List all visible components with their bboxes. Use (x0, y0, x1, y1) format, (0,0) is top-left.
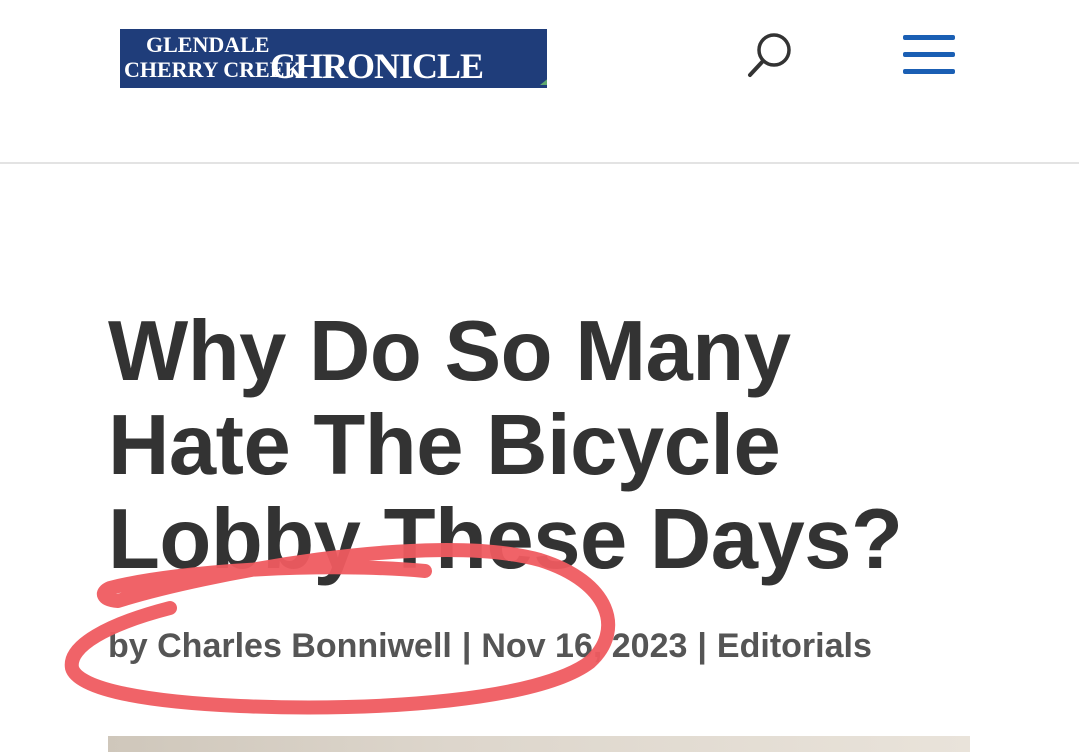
hamburger-menu-icon (903, 35, 955, 40)
meta-separator: | (697, 627, 707, 665)
category-link[interactable]: Editorials (717, 627, 872, 665)
menu-button[interactable] (900, 35, 958, 75)
site-header: Glendale Cherry Creek Chronicle (0, 0, 1079, 164)
article-title: Why Do So Many Hate The Bicycle Lobby Th… (108, 304, 903, 587)
author-link[interactable]: by Charles Bonniwell (108, 627, 452, 665)
hamburger-bar (903, 69, 955, 74)
post-meta: by Charles Bonniwell | Nov 16, 2023 | Editor… (108, 624, 872, 668)
site-logo[interactable]: Glendale Cherry Creek Chronicle (120, 29, 547, 88)
page: Glendale Cherry Creek Chronicle Why Do S… (0, 0, 1079, 752)
meta-separator: | (461, 627, 472, 665)
search-button[interactable] (744, 30, 796, 82)
mountain-icon (540, 79, 547, 85)
logo-line1: Glendale (146, 32, 270, 57)
search-icon (748, 33, 791, 77)
featured-image (108, 736, 970, 752)
post-date: Nov 16, 2023 (481, 627, 688, 665)
logo-chronicle: Chronicle (270, 46, 484, 86)
hamburger-bar (903, 52, 955, 57)
